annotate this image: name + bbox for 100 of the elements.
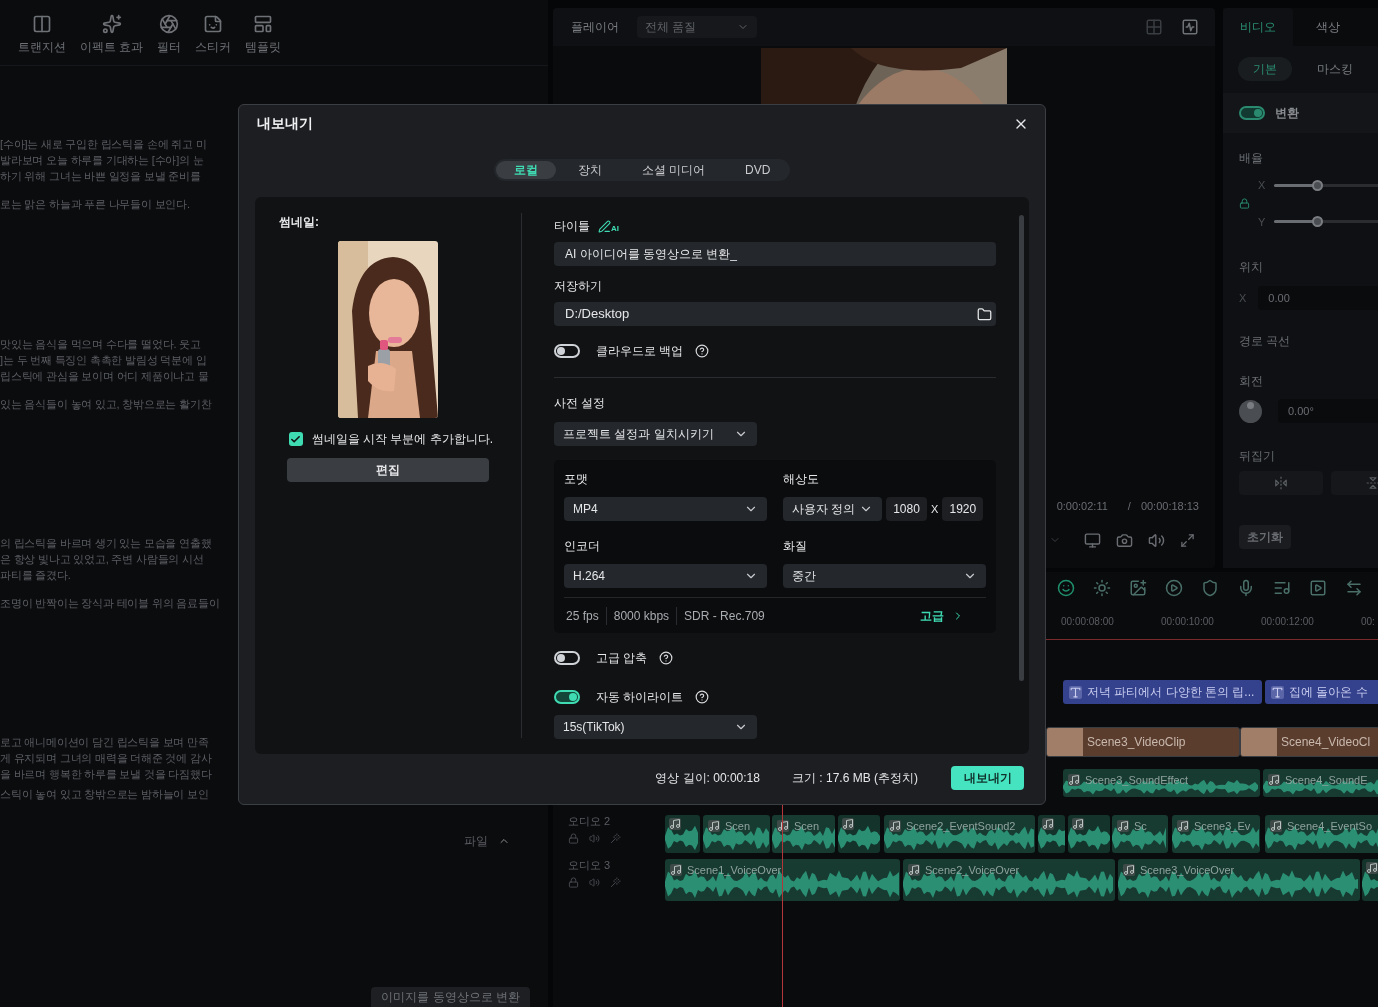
image-plus-icon[interactable] (1129, 579, 1147, 597)
audio-clip[interactable] (1068, 815, 1110, 853)
position-field[interactable]: 0.00 (1258, 286, 1378, 310)
convert-button[interactable]: 이미지를 동영상으로 변환 (371, 987, 530, 1007)
smiley-icon[interactable] (1057, 579, 1075, 597)
audio-clip[interactable]: Scene4_SoundE (1263, 769, 1378, 797)
field-label: 경로 곡선 (1239, 333, 1292, 350)
export-button[interactable]: 내보내기 (951, 766, 1024, 790)
format-dropdown[interactable]: MP4 (564, 497, 767, 521)
swap-icon[interactable] (1345, 579, 1363, 597)
total-time: 00:00:18:13 (1140, 499, 1199, 514)
sun-icon[interactable] (1093, 579, 1111, 597)
audio-clip[interactable]: Scen (703, 815, 770, 853)
axis-label: Y (1258, 214, 1266, 230)
layout-icon (253, 14, 274, 34)
help-icon[interactable] (659, 651, 674, 665)
text-icon (1271, 685, 1284, 699)
audio-clip[interactable]: Scene3_SoundEffect (1063, 769, 1260, 797)
camera-icon[interactable] (1116, 531, 1133, 549)
video-clip[interactable]: Scene4_VideoCl (1240, 727, 1378, 757)
quality-dropdown[interactable]: 전체 품질 (637, 16, 757, 38)
reset-button[interactable]: 초기화 (1239, 525, 1291, 549)
audio-clip[interactable] (1038, 815, 1065, 853)
audio-clip[interactable]: Scene2_EventSound2 (884, 815, 1035, 853)
axis-label: X (1239, 290, 1247, 306)
flip-vertical-icon (1366, 476, 1378, 490)
folder-icon[interactable] (977, 306, 992, 322)
expand-icon[interactable] (1180, 532, 1195, 548)
resolution-dropdown[interactable]: 사용자 정의 (783, 497, 882, 521)
video-clip[interactable]: Scene3_VideoClip (1046, 727, 1240, 757)
toggle-switch[interactable] (1239, 106, 1265, 120)
toolbar-button[interactable]: 트랜지션 (18, 14, 66, 56)
audio-clip[interactable]: Scene2_VoiceOver (903, 859, 1115, 901)
highlight-dropdown[interactable]: 15s(TikTok) (554, 715, 757, 739)
wand-icon[interactable] (610, 833, 621, 844)
audio-clip[interactable] (1362, 859, 1378, 901)
play-circle-icon[interactable] (1165, 579, 1183, 597)
tab[interactable]: 소셜 미디어 (623, 161, 723, 179)
edit-button[interactable]: 편집 (287, 458, 489, 482)
save-path-field[interactable]: D:/Desktop (554, 302, 996, 326)
title-field[interactable]: AI 아이디어를 동영상으로 변환_ (554, 242, 996, 266)
clip-label: Scen (794, 819, 820, 834)
toolbar-button[interactable]: 이펙트 효과 (80, 14, 144, 56)
width-field[interactable]: 1080 (886, 497, 927, 521)
preset-dropdown[interactable]: 프로젝트 설정과 일치시키기 (554, 422, 757, 446)
speaker-icon[interactable] (1148, 531, 1165, 549)
subtab[interactable]: 마스킹 (1302, 57, 1368, 81)
toggle-label: 자동 하이라이트 (596, 689, 684, 706)
audio-clip[interactable]: Sc (1112, 815, 1168, 853)
clip-label: Scene4_EventSo (1287, 819, 1372, 834)
music-note-icon (670, 864, 682, 877)
clip-label: Scene4_SoundE (1285, 773, 1368, 788)
music-note-icon (1268, 774, 1280, 787)
music-note-icon (1366, 862, 1378, 874)
tab[interactable]: DVD (727, 161, 789, 179)
toggle-switch[interactable] (554, 690, 580, 704)
audio-clip[interactable]: Scen (772, 815, 835, 853)
lock-icon[interactable] (1239, 198, 1250, 209)
rotation-field[interactable]: 0.00° (1278, 399, 1378, 423)
wand-icon[interactable] (610, 877, 621, 888)
monitor-icon[interactable] (1084, 531, 1101, 549)
tab[interactable]: 색상 (1293, 8, 1363, 46)
audio-clip[interactable] (838, 815, 880, 853)
music-note-icon (1068, 774, 1080, 787)
toolbar-button[interactable]: 템플릿 (245, 14, 282, 56)
rotation-dial[interactable] (1239, 399, 1262, 423)
slider-thumb[interactable] (1311, 216, 1323, 228)
scrollbar[interactable] (1019, 215, 1024, 681)
audio-clip[interactable] (665, 815, 700, 853)
quality-dropdown[interactable]: 중간 (783, 564, 986, 588)
audio-clip[interactable]: Scene3_VoiceOver (1118, 859, 1360, 901)
microphone-icon[interactable] (1237, 579, 1255, 597)
ruler-time: 00:00:08:00 (1061, 615, 1114, 629)
dialog-title: 내보내기 (257, 114, 313, 133)
toolbar-button[interactable]: 필터 (157, 14, 182, 56)
audio-clip[interactable]: Scene4_EventSo (1265, 815, 1378, 853)
field-label: 해상도 (783, 471, 820, 488)
section-label: 파일 (464, 833, 488, 850)
advanced-link[interactable]: 고급 (920, 606, 964, 625)
help-icon[interactable] (695, 690, 710, 704)
subtab[interactable]: 기본 (1238, 57, 1292, 81)
toolbar-button[interactable]: 스티커 (195, 14, 232, 56)
shield-icon[interactable] (1201, 579, 1219, 597)
play-square-icon[interactable] (1309, 579, 1327, 597)
music-list-icon[interactable] (1273, 579, 1291, 597)
tab[interactable]: 장치 (559, 161, 620, 179)
clip-label: Scene2_VoiceOver (925, 863, 1020, 878)
help-icon[interactable] (695, 344, 710, 358)
title-clip[interactable]: 집에 돌아온 수 (1265, 680, 1378, 704)
audio-clip[interactable]: Scene1_VoiceOver (665, 859, 900, 901)
tab[interactable]: 로컬 (495, 161, 556, 179)
tab[interactable]: 비디오 (1223, 8, 1293, 46)
waveform-square-icon[interactable] (1181, 18, 1199, 36)
title-clip[interactable]: 저녁 파티에서 다양한 톤의 립... (1063, 680, 1262, 704)
encoder-dropdown[interactable]: H.264 (564, 564, 767, 588)
checkbox[interactable] (288, 432, 303, 446)
slider-thumb[interactable] (1311, 179, 1323, 191)
audio-clip[interactable]: Scene3_Ev (1172, 815, 1260, 853)
spec-text: 25 fps (565, 607, 600, 625)
height-field[interactable]: 1920 (942, 497, 984, 521)
